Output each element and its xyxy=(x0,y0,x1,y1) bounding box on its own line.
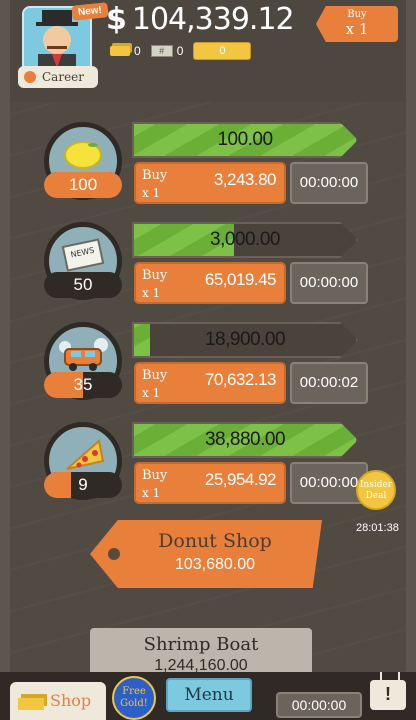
business-row-car-wash: 35 18,900.00 Buy x 1 70,632.13 00:00:02 xyxy=(10,310,406,410)
owned-count-value: 35 xyxy=(73,375,93,394)
owned-count: 100 xyxy=(44,172,122,198)
free-gold-button[interactable]: Free Gold! xyxy=(112,676,156,720)
header: New! Career $104,339.12 0 # 0 0 Buy x 1 xyxy=(10,0,406,102)
locked-business-name: Shrimp Boat xyxy=(143,634,259,655)
new-badge: New! xyxy=(71,2,109,21)
insider-deal-label-2: Deal xyxy=(365,491,387,501)
gold-count: 0 xyxy=(134,44,141,58)
owned-count-value: 50 xyxy=(73,275,93,294)
ticket-resource[interactable]: 0 xyxy=(193,42,252,60)
revenue-value: 18,900.00 xyxy=(204,329,286,350)
insider-deal-label-1: Insider xyxy=(359,480,393,490)
tv-ad-icon[interactable]: ! xyxy=(370,680,406,710)
buy-multiplier: x 1 xyxy=(142,186,161,200)
dollar-bill-icon: # xyxy=(150,45,173,57)
revenue-progress-bar: 3,000.00 xyxy=(132,222,358,258)
buy-multiplier: x 1 xyxy=(142,286,161,300)
tag-hole-icon xyxy=(108,548,120,560)
menu-button[interactable]: Menu xyxy=(166,678,252,712)
owned-count: 50 xyxy=(44,272,122,298)
locked-business-price: 103,680.00 xyxy=(174,556,256,573)
buy-cost: 3,243.80 xyxy=(213,170,277,189)
business-row-newspaper: NEWS 50 3,000.00 Buy x 1 65,019.45 00:00… xyxy=(10,210,406,310)
money-value: 104,339.12 xyxy=(131,2,295,37)
business-timer: 00:00:00 xyxy=(290,262,368,304)
business-timer: 00:00:02 xyxy=(290,362,368,404)
money-display: $104,339.12 xyxy=(106,2,295,37)
buy-button[interactable]: Buy x 1 65,019.45 xyxy=(134,262,286,304)
free-gold-label-2: Gold! xyxy=(120,698,148,709)
count-progress-fill xyxy=(44,472,72,498)
revenue-value: 100.00 xyxy=(217,129,273,150)
insider-deal-button[interactable]: Insider Deal xyxy=(356,470,396,510)
career-label: Career xyxy=(42,70,85,84)
owned-count-value: 9 xyxy=(78,475,88,494)
free-gold-label-1: Free xyxy=(122,686,146,697)
buy-label: Buy xyxy=(142,368,168,383)
buy-button[interactable]: Buy x 1 3,243.80 xyxy=(134,162,286,204)
owned-count: 9 xyxy=(44,472,122,498)
buy-label: Buy xyxy=(142,168,168,183)
buy-button[interactable]: Buy x 1 25,954.92 xyxy=(134,462,286,504)
insider-deal-timer: 28:01:38 xyxy=(356,522,399,534)
career-dot-icon xyxy=(24,71,36,83)
bottom-timer: 00:00:00 xyxy=(276,692,362,718)
buy-button[interactable]: Buy x 1 70,632.13 xyxy=(134,362,286,404)
currency-symbol: $ xyxy=(106,2,127,37)
career-button[interactable]: Career xyxy=(18,66,98,88)
gold-bars-icon xyxy=(18,698,44,710)
buy-multiplier: x 1 xyxy=(142,386,161,400)
business-row-lemonade: 100 100.00 Buy x 1 3,243.80 00:00:00 xyxy=(10,110,406,210)
locked-business-name: Donut Shop xyxy=(158,530,272,552)
buy-label: Buy xyxy=(142,268,168,283)
revenue-value: 3,000.00 xyxy=(210,229,280,250)
revenue-progress-bar: 38,880.00 xyxy=(132,422,358,458)
shop-label: Shop xyxy=(50,691,92,710)
buy-label: Buy xyxy=(142,468,168,483)
resources-bar: 0 # 0 0 xyxy=(110,40,252,62)
locked-business-donut-shop[interactable]: Donut Shop 103,680.00 xyxy=(90,520,322,588)
owned-count-value: 100 xyxy=(68,175,98,194)
gold-bar-icon xyxy=(110,46,130,56)
revenue-progress-bar: 100.00 xyxy=(132,122,358,158)
gold-resource[interactable]: 0 xyxy=(110,44,141,58)
ticket-icon: 0 xyxy=(193,42,252,60)
bottom-nav: Shop Free Gold! Menu 00:00:00 ! xyxy=(0,672,416,720)
buy-multiplier-label: Buy xyxy=(347,9,367,20)
buy-cost: 70,632.13 xyxy=(204,370,277,389)
revenue-value: 38,880.00 xyxy=(204,429,286,450)
buy-cost: 25,954.92 xyxy=(204,470,277,489)
business-timer: 00:00:00 xyxy=(290,162,368,204)
business-row-pizza: 9 38,880.00 Buy x 1 25,954.92 00:00:00 xyxy=(10,410,406,510)
buy-multiplier-value: x 1 xyxy=(345,20,369,38)
shop-tab[interactable]: Shop xyxy=(10,682,106,720)
buy-cost: 65,019.45 xyxy=(204,270,277,289)
bills-count: 0 xyxy=(176,44,184,58)
owned-count: 35 xyxy=(44,372,122,398)
buy-multiplier-button[interactable]: Buy x 1 xyxy=(316,6,398,42)
bills-resource[interactable]: # 0 xyxy=(150,44,184,58)
revenue-progress-bar: 18,900.00 xyxy=(132,322,358,358)
buy-multiplier: x 1 xyxy=(142,486,161,500)
